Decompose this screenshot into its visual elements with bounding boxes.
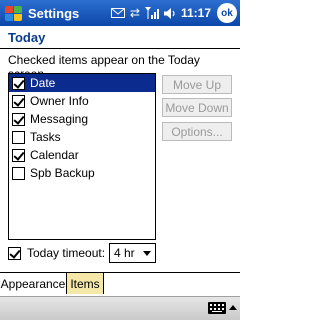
today-timeout-label: Today timeout:: [27, 246, 106, 260]
checkbox[interactable]: [12, 166, 25, 180]
list-item-date[interactable]: Date: [9, 74, 155, 92]
list-item-label: Spb Backup: [30, 166, 95, 180]
title-bar: Settings ⇄ 11:17 ok: [0, 0, 240, 26]
timeout-select-value: 4 hr: [114, 246, 135, 260]
checkbox[interactable]: [12, 112, 25, 126]
list-item-label: Calendar: [30, 148, 79, 162]
list-item-calendar[interactable]: Calendar: [9, 146, 155, 164]
today-timeout-row: Today timeout:: [8, 243, 105, 263]
tab-strip: Appearance Items: [0, 272, 240, 294]
mail-icon[interactable]: [110, 8, 125, 18]
app-title: Settings: [28, 5, 80, 21]
list-item-label: Tasks: [30, 130, 61, 144]
move-down-button[interactable]: Move Down: [162, 98, 232, 117]
signal-icon[interactable]: [144, 7, 159, 19]
checkbox[interactable]: [12, 130, 25, 144]
page-title: Today: [8, 30, 46, 45]
today-timeout-checkbox[interactable]: [8, 246, 21, 260]
tab-items[interactable]: Items: [67, 273, 104, 294]
move-up-button[interactable]: Move Up: [162, 75, 232, 94]
list-item-owner-info[interactable]: Owner Info: [9, 92, 155, 110]
clock[interactable]: 11:17: [181, 6, 211, 20]
options-button[interactable]: Options...: [162, 122, 232, 141]
checkbox[interactable]: [12, 94, 25, 108]
list-item-tasks[interactable]: Tasks: [9, 128, 155, 146]
checkbox[interactable]: [12, 76, 25, 90]
list-item-messaging[interactable]: Messaging: [9, 110, 155, 128]
keyboard-icon[interactable]: [208, 302, 226, 314]
chevron-down-icon: [143, 251, 151, 256]
timeout-select[interactable]: 4 hr: [109, 243, 156, 263]
ok-button[interactable]: ok: [217, 3, 237, 23]
windows-start-icon[interactable]: [2, 2, 24, 24]
system-tray: ⇄ 11:17 ok: [110, 0, 240, 26]
list-item-label: Owner Info: [30, 94, 89, 108]
menu-bar: [0, 296, 240, 320]
sync-icon[interactable]: ⇄: [130, 6, 140, 20]
today-items-list[interactable]: Date Owner Info Messaging Tasks Calendar…: [8, 73, 156, 240]
list-item-spb-backup[interactable]: Spb Backup: [9, 164, 155, 182]
input-panel-arrow-icon[interactable]: [229, 305, 237, 310]
list-item-label: Date: [30, 76, 56, 90]
checkbox[interactable]: [12, 148, 25, 162]
list-item-label: Messaging: [30, 112, 89, 126]
tab-appearance[interactable]: Appearance: [0, 273, 67, 294]
volume-icon[interactable]: [163, 7, 176, 19]
header-divider: [0, 48, 240, 49]
